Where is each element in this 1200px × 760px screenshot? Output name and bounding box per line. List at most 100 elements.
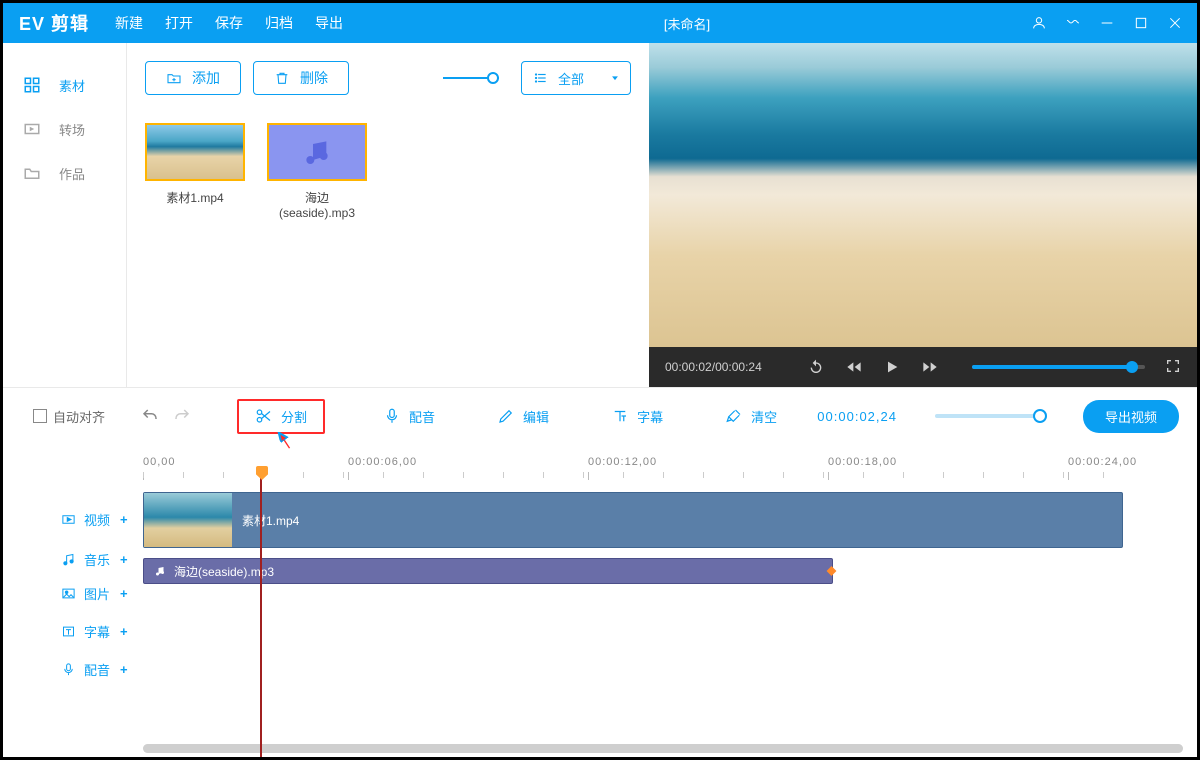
filter-label: 全部 (558, 69, 584, 88)
thumbnail-zoom-slider[interactable] (443, 77, 499, 79)
timeline-timecode: 00:00:02,24 (817, 409, 897, 424)
timeline-scrollbar[interactable] (143, 744, 1183, 753)
transition-icon (23, 120, 41, 138)
track-label-image: 图片 + (3, 574, 143, 612)
delete-asset-label: 删除 (300, 68, 328, 88)
preview-progress-slider[interactable] (972, 365, 1145, 369)
undo-icon[interactable] (141, 407, 159, 425)
video-clip[interactable]: 素材1.mp4 (143, 492, 1123, 548)
subtitle-button[interactable]: 字幕 (599, 401, 675, 432)
main-menu: 新建 打开 保存 归档 导出 (115, 13, 343, 33)
list-icon (534, 71, 548, 85)
ruler-tick: 00:00:24,00 (1068, 456, 1137, 468)
track-label-video: 视频 + (3, 494, 143, 544)
replay-icon[interactable] (808, 359, 824, 375)
sidebar-item-works[interactable]: 作品 (3, 151, 126, 195)
sidebar-item-transition[interactable]: 转场 (3, 107, 126, 151)
checkbox-icon (33, 409, 47, 423)
timeline-zoom-slider[interactable] (935, 414, 1045, 418)
forward-icon[interactable] (922, 359, 938, 375)
image-track-icon (61, 586, 76, 601)
app-logo: EV 剪辑 (19, 10, 89, 36)
add-folder-icon (166, 70, 182, 86)
auto-align-label: 自动对齐 (53, 407, 105, 426)
music-note-icon (154, 565, 166, 577)
folder-icon (23, 164, 41, 182)
timeline-tracks[interactable]: 00,00 00:00:06,00 00:00:12,00 00:00:18,0… (143, 444, 1197, 757)
microphone-icon (383, 407, 401, 425)
dub-button[interactable]: 配音 (371, 401, 447, 432)
clear-button[interactable]: 清空 (713, 401, 789, 432)
theme-icon[interactable] (1065, 15, 1081, 31)
add-audio-track[interactable]: + (120, 552, 128, 567)
asset-item-video[interactable]: 素材1.mp4 (145, 123, 245, 220)
sidebar-works-label: 作品 (59, 164, 85, 183)
fullscreen-icon (1165, 358, 1181, 374)
ruler-tick: 00,00 (143, 456, 176, 468)
playhead[interactable] (260, 476, 262, 757)
asset-thumbnail (145, 123, 245, 181)
menu-new[interactable]: 新建 (115, 13, 143, 33)
add-subtitle-track[interactable]: + (120, 624, 128, 639)
timeline-panel: 视频 + 音乐 + 图片 + 字幕 + 配音 + (3, 444, 1197, 757)
minimize-icon[interactable] (1099, 15, 1115, 31)
timeline-ruler[interactable]: 00,00 00:00:06,00 00:00:12,00 00:00:18,0… (143, 444, 1197, 476)
add-dub-track[interactable]: + (120, 662, 128, 677)
pencil-icon (497, 407, 515, 425)
add-asset-label: 添加 (192, 68, 220, 88)
add-video-track[interactable]: + (120, 512, 128, 527)
export-video-button[interactable]: 导出视频 (1083, 400, 1179, 433)
broom-icon (725, 407, 743, 425)
video-track-icon (61, 512, 76, 527)
edit-label: 编辑 (523, 407, 549, 426)
preview-timecode: 00:00:02/00:00:24 (665, 360, 762, 374)
trash-icon (274, 70, 290, 86)
music-track-icon (61, 552, 76, 567)
close-icon[interactable] (1167, 15, 1183, 31)
split-button[interactable]: 分割 (237, 399, 325, 434)
menu-save[interactable]: 保存 (215, 13, 243, 33)
grid-icon (23, 76, 41, 94)
edit-button[interactable]: 编辑 (485, 401, 561, 432)
timeline-toolbar: 自动对齐 分割 配音 编辑 字幕 清空 00:00:02,24 导出 (3, 388, 1197, 444)
clip-label: 素材1.mp4 (242, 512, 299, 529)
sidebar-transition-label: 转场 (59, 120, 85, 139)
ruler-tick: 00:00:18,00 (828, 456, 897, 468)
asset-thumbnail (267, 123, 367, 181)
sidebar-assets-label: 素材 (59, 76, 85, 95)
sidebar: 素材 转场 作品 (3, 43, 127, 387)
user-icon[interactable] (1031, 15, 1047, 31)
asset-name: 素材1.mp4 (145, 189, 245, 206)
subtitle-label: 字幕 (637, 407, 663, 426)
audio-clip[interactable]: 海边(seaside).mp3 (143, 558, 833, 584)
play-icon[interactable] (884, 359, 900, 375)
delete-asset-button[interactable]: 删除 (253, 61, 349, 95)
add-asset-button[interactable]: 添加 (145, 61, 241, 95)
track-label-audio: 音乐 + (3, 544, 143, 574)
preview-canvas (649, 43, 1197, 347)
redo-icon[interactable] (173, 407, 191, 425)
dub-track-icon (61, 662, 76, 677)
asset-panel: 添加 删除 全部 素材1.mp4 (127, 43, 649, 387)
clip-thumbnail (144, 493, 232, 547)
asset-item-audio[interactable]: 海边(seaside).mp3 (267, 123, 367, 220)
document-title: [未命名] (343, 14, 1031, 33)
scissors-icon (255, 407, 273, 425)
sidebar-item-assets[interactable]: 素材 (3, 63, 126, 107)
add-image-track[interactable]: + (120, 586, 128, 601)
dub-label: 配音 (409, 407, 435, 426)
menu-open[interactable]: 打开 (165, 13, 193, 33)
fullscreen-button[interactable] (1165, 358, 1181, 377)
menu-archive[interactable]: 归档 (265, 13, 293, 33)
chevron-down-icon (610, 73, 620, 83)
text-icon (611, 407, 629, 425)
auto-align-checkbox[interactable]: 自动对齐 (33, 407, 105, 426)
menu-export[interactable]: 导出 (315, 13, 343, 33)
maximize-icon[interactable] (1133, 15, 1149, 31)
asset-filter-dropdown[interactable]: 全部 (521, 61, 631, 95)
asset-name: 海边(seaside).mp3 (267, 189, 367, 220)
subtitle-track-icon (61, 624, 76, 639)
rewind-icon[interactable] (846, 359, 862, 375)
split-label: 分割 (281, 407, 307, 426)
track-label-subtitle: 字幕 + (3, 612, 143, 650)
